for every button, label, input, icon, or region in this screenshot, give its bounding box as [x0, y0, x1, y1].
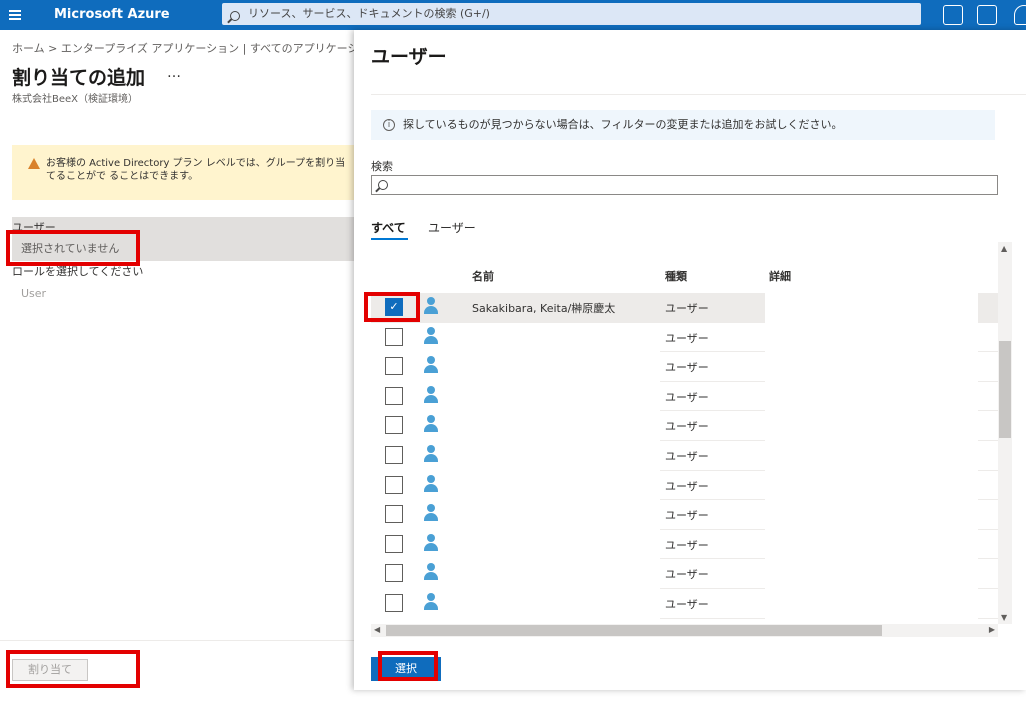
row-checkbox[interactable]: [385, 564, 403, 583]
highlight-box: [378, 651, 438, 681]
user-icon: [423, 474, 439, 493]
search-input[interactable]: [371, 175, 998, 195]
scroll-up-arrow-icon[interactable]: ▲: [1001, 244, 1007, 253]
row-type: ユーザー: [665, 302, 709, 315]
table-row[interactable]: ユーザー: [371, 500, 1012, 530]
table-row[interactable]: ユーザー: [371, 352, 1012, 382]
horizontal-scroll-thumb[interactable]: [386, 625, 882, 636]
table-row[interactable]: ユーザー: [371, 441, 1012, 471]
vertical-scrollbar[interactable]: ▲ ▼: [998, 242, 1012, 624]
page-title: 割り当ての追加: [12, 67, 146, 89]
row-type: ユーザー: [665, 331, 709, 345]
info-banner: i 探しているものが見つからない場合は、フィルターの変更または追加をお試しくださ…: [371, 110, 995, 140]
scroll-down-arrow-icon[interactable]: ▼: [1001, 613, 1007, 622]
divider: [371, 94, 1026, 95]
scroll-left-arrow-icon[interactable]: ◀: [374, 625, 380, 634]
column-header-type[interactable]: 種類: [665, 268, 687, 284]
row-checkbox[interactable]: [385, 327, 403, 346]
global-search-input[interactable]: リソース、サービス、ドキュメントの検索 (G+/): [222, 3, 921, 25]
more-options-button[interactable]: …: [167, 65, 181, 81]
tab-all[interactable]: すべて: [371, 219, 406, 236]
user-icon: [423, 445, 439, 463]
table-row[interactable]: ユーザー: [371, 411, 1012, 441]
user-icon: [423, 504, 439, 522]
row-type: ユーザー: [665, 538, 709, 552]
warning-text: お客様の Active Directory プラン レベルでは、グループを割り当…: [46, 158, 346, 182]
info-icon: i: [383, 119, 395, 131]
hamburger-menu-icon[interactable]: [7, 6, 25, 24]
user-icon: [423, 563, 439, 581]
table-row[interactable]: ユーザー: [371, 471, 1012, 501]
directory-filter-icon[interactable]: [977, 5, 997, 25]
add-assignment-blade: ホーム > エンタープライズ アプリケーション | すべてのアプリケーション >…: [0, 30, 354, 690]
user-icon: [423, 533, 439, 552]
highlight-box: [6, 230, 140, 266]
warning-banner: お客様の Active Directory プラン レベルでは、グループを割り当…: [12, 145, 354, 200]
table-row[interactable]: ユーザー: [371, 530, 1012, 560]
user-icon: [423, 385, 439, 404]
row-type: ユーザー: [665, 390, 709, 404]
search-label: 検索: [371, 160, 393, 173]
brand-title[interactable]: Microsoft Azure: [54, 7, 170, 22]
row-checkbox[interactable]: [385, 594, 403, 612]
table-row[interactable]: ユーザー: [371, 559, 1012, 589]
user-icon: [423, 297, 439, 315]
highlight-box: [6, 650, 140, 688]
user-icon: [423, 356, 439, 374]
notifications-icon[interactable]: [1014, 5, 1026, 25]
row-checkbox[interactable]: [385, 446, 403, 464]
row-divider: [660, 617, 765, 619]
row-checkbox[interactable]: [385, 505, 403, 524]
row-type: ユーザー: [665, 509, 709, 523]
row-checkbox[interactable]: [385, 534, 403, 553]
warning-icon: [28, 158, 40, 169]
breadcrumb[interactable]: ホーム > エンタープライズ アプリケーション | すべてのアプリケーション >…: [12, 40, 354, 56]
user-icon: [423, 593, 439, 611]
row-name: Sakakibara, Keita/榊原慶太: [472, 302, 616, 315]
row-type: ユーザー: [665, 598, 709, 611]
table-row[interactable]: ユーザー: [371, 382, 1012, 412]
row-checkbox[interactable]: [385, 475, 403, 494]
highlight-box: [364, 292, 420, 322]
row-type: ユーザー: [665, 479, 709, 493]
role-value[interactable]: User: [21, 287, 46, 300]
users-picker-panel: ユーザー i 探しているものが見つからない場合は、フィルターの変更または追加をお…: [354, 30, 1026, 690]
table-row[interactable]: ユーザー: [371, 589, 1012, 619]
page-subtitle: 株式会社BeeX（検証環境）: [12, 94, 139, 105]
active-tab-indicator: [371, 238, 408, 240]
row-type: ユーザー: [665, 361, 709, 375]
info-text: 探しているものが見つからない場合は、フィルターの変更または追加をお試しください。: [403, 118, 843, 131]
top-bar: Microsoft Azure リソース、サービス、ドキュメントの検索 (G+/…: [0, 0, 1026, 30]
column-header-name[interactable]: 名前: [472, 268, 494, 284]
tab-users[interactable]: ユーザー: [428, 219, 476, 236]
column-header-details[interactable]: 詳細: [769, 268, 791, 284]
table-row[interactable]: ✓ Sakakibara, Keita/榊原慶太 ユーザー: [371, 293, 1012, 323]
panel-title: ユーザー: [371, 46, 447, 68]
table-row[interactable]: ユーザー: [371, 323, 1012, 353]
horizontal-scrollbar[interactable]: ◀ ▶: [371, 624, 998, 637]
scroll-right-arrow-icon[interactable]: ▶: [989, 625, 995, 634]
search-icon: [230, 7, 240, 29]
row-type: ユーザー: [665, 450, 709, 463]
vertical-scroll-thumb[interactable]: [999, 341, 1011, 438]
row-checkbox[interactable]: [385, 386, 403, 405]
users-grid: 名前 種類 詳細 ✓ Sakakibara, Keita/榊原慶太 ユーザー ユーザー…: [371, 242, 1012, 624]
search-icon: [378, 179, 388, 193]
cloud-shell-icon[interactable]: [943, 5, 963, 25]
user-icon: [423, 415, 439, 433]
row-type: ユーザー: [665, 420, 709, 434]
row-checkbox[interactable]: [385, 416, 403, 435]
row-checkbox[interactable]: [385, 357, 403, 376]
row-type: ユーザー: [665, 568, 709, 582]
global-search-placeholder: リソース、サービス、ドキュメントの検索 (G+/): [248, 7, 490, 20]
user-icon: [423, 326, 439, 345]
